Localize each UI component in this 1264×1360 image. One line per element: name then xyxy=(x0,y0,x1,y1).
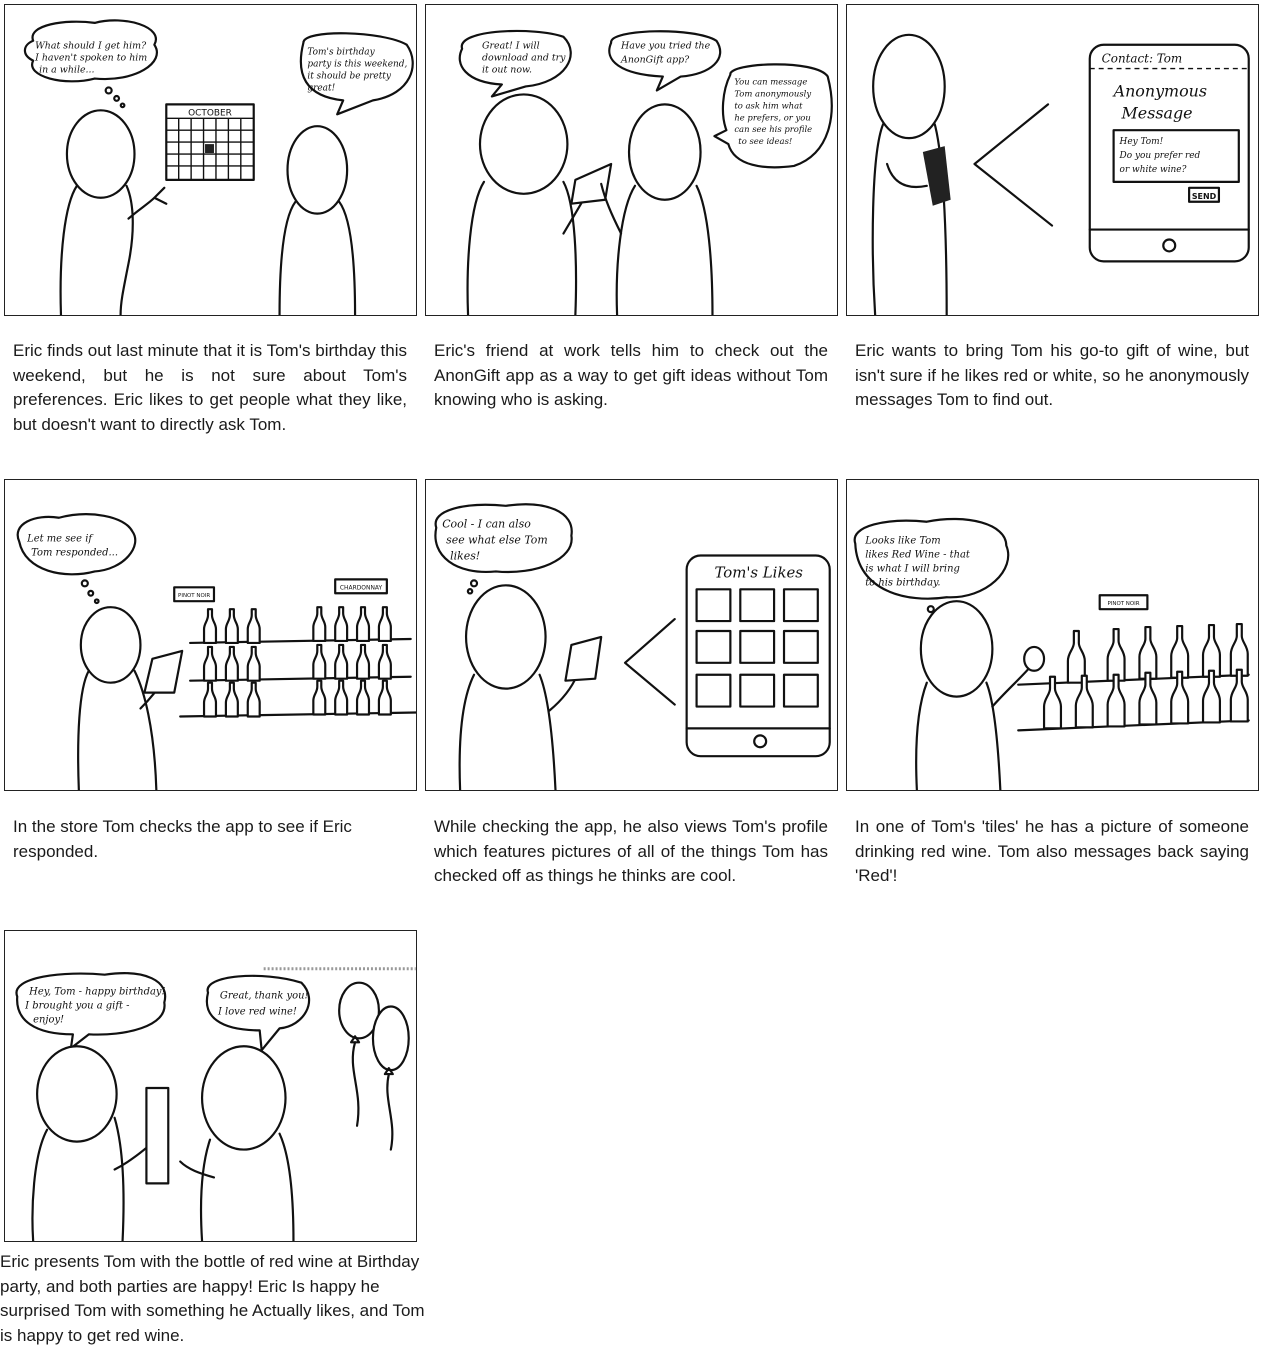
panel-6: Looks like Tom likes Red Wine - that is … xyxy=(846,479,1259,791)
panel-5-caption: While checking the app, he also views To… xyxy=(434,817,828,885)
eric-figure xyxy=(59,109,168,315)
bubble-text: likes! xyxy=(450,549,480,562)
bubble-text: to see ideas! xyxy=(738,136,792,146)
bubble-text: download and try xyxy=(482,53,566,64)
panel-6-drawing: Looks like Tom likes Red Wine - that is … xyxy=(853,518,1250,790)
message-text: Do you prefer red xyxy=(1119,151,1201,161)
panel-1: What should I get him? I haven't spoken … xyxy=(4,4,417,316)
bubble-text: likes Red Wine - that xyxy=(865,550,970,561)
tablet-icon: Contact: Tom Anonymous Message Hey Tom! … xyxy=(1088,43,1250,263)
bubble-text: Great! I will xyxy=(482,41,540,52)
calendar-month: OCTOBER xyxy=(188,108,232,118)
wine-bottle xyxy=(145,1086,170,1185)
wine-bottles xyxy=(1042,622,1249,730)
tom-figure xyxy=(77,606,184,790)
panel-6-caption: In one of Tom's 'tiles' he has a picture… xyxy=(855,817,1249,885)
tablet-icon: Tom's Likes xyxy=(685,554,831,758)
message-text: or white wine? xyxy=(1120,165,1187,175)
tom-figure xyxy=(458,584,603,790)
send-button-label: SEND xyxy=(1192,192,1217,201)
bubble-text: it should be pretty xyxy=(307,72,392,82)
eric-figure xyxy=(31,1045,158,1241)
message-title: Anonymous xyxy=(1112,81,1207,100)
wine-bottles xyxy=(202,606,392,718)
panel-2: Great! I will download and try it out no… xyxy=(425,4,838,316)
panel-2-drawing: Great! I will download and try it out no… xyxy=(458,29,833,315)
panel-2-caption: Eric's friend at work tells him to check… xyxy=(434,341,828,409)
bubble-text: he prefers, or you xyxy=(734,112,810,122)
panel-3-drawing: Contact: Tom Anonymous Message Hey Tom! … xyxy=(871,33,1250,315)
bubble-text: to ask him what xyxy=(734,100,803,110)
balloon-icon xyxy=(371,1005,410,1151)
bubble-text: Looks like Tom xyxy=(864,536,940,547)
contact-label: Contact: Tom xyxy=(1102,52,1183,66)
shelf-sign: PINOT NOIR xyxy=(178,593,210,599)
bubble-text: What should I get him? xyxy=(35,41,147,52)
bubble-text: Hey, Tom - happy birthday! xyxy=(28,987,165,998)
bubble-text: to his birthday. xyxy=(865,577,940,588)
bubble-text: AnonGift app? xyxy=(620,55,690,66)
panel-7-caption: Eric presents Tom with the bottle of red… xyxy=(0,1252,425,1345)
message-text: Hey Tom! xyxy=(1119,137,1164,147)
shelf-sign: CHARDONNAY xyxy=(340,584,383,591)
shelf-sign: PINOT NOIR xyxy=(1107,601,1139,607)
panel-4-caption: In the store Tom checks the app to see i… xyxy=(13,817,352,861)
bubble-text: I haven't spoken to him xyxy=(34,53,147,64)
panel-3: Contact: Tom Anonymous Message Hey Tom! … xyxy=(846,4,1259,316)
message-title: Message xyxy=(1121,103,1193,122)
bubble-text: see what else Tom xyxy=(446,534,547,547)
bubble-text: Great, thank you! xyxy=(220,991,309,1002)
eric-figure xyxy=(871,33,951,315)
bubble-text: party is this weekend, xyxy=(307,60,407,70)
bubble-text: I brought you a gift - xyxy=(24,1001,129,1012)
panel-7: Hey, Tom - happy birthday! I brought you… xyxy=(4,930,417,1242)
tom-figure xyxy=(179,1045,295,1241)
bubble-text: great! xyxy=(307,83,335,93)
bubble-text: in a while... xyxy=(39,65,94,76)
panel-7-drawing: Hey, Tom - happy birthday! I brought you… xyxy=(15,967,416,1241)
bubble-text: is what I will bring xyxy=(865,563,960,574)
bubble-text: enjoy! xyxy=(33,1014,64,1025)
panel-5-drawing: Cool - I can also see what else Tom like… xyxy=(434,503,831,790)
bubble-text: Tom's birthday xyxy=(307,48,375,58)
calendar-icon: OCTOBER xyxy=(165,103,255,181)
friend-figure xyxy=(278,125,357,315)
panel-4: Let me see if Tom responded... PINOT NOI… xyxy=(4,479,417,791)
panel-5: Cool - I can also see what else Tom like… xyxy=(425,479,838,791)
bubble-text: Cool - I can also xyxy=(442,518,531,531)
panel-1-caption: Eric finds out last minute that it is To… xyxy=(13,341,407,434)
bubble-text: You can message xyxy=(734,76,807,86)
likes-title: Tom's Likes xyxy=(714,563,803,581)
panel-1-drawing: What should I get him? I haven't spoken … xyxy=(23,19,414,315)
friend-figure xyxy=(600,103,714,315)
bubble-text: it out now. xyxy=(482,65,532,76)
bubble-text: can see his profile xyxy=(734,124,812,134)
bubble-text: Tom responded... xyxy=(31,548,118,559)
bubble-text: Let me see if xyxy=(26,534,94,545)
bubble-text: Tom anonymously xyxy=(734,88,811,98)
eric-figure xyxy=(466,93,613,315)
panel-4-drawing: Let me see if Tom responded... PINOT NOI… xyxy=(16,513,416,790)
tom-figure xyxy=(915,600,1046,790)
panel-3-caption: Eric wants to bring Tom his go-to gift o… xyxy=(855,341,1249,409)
bubble-text: I love red wine! xyxy=(217,1006,297,1017)
balloon-icon xyxy=(338,981,381,1127)
bubble-text: Have you tried the xyxy=(620,41,711,52)
